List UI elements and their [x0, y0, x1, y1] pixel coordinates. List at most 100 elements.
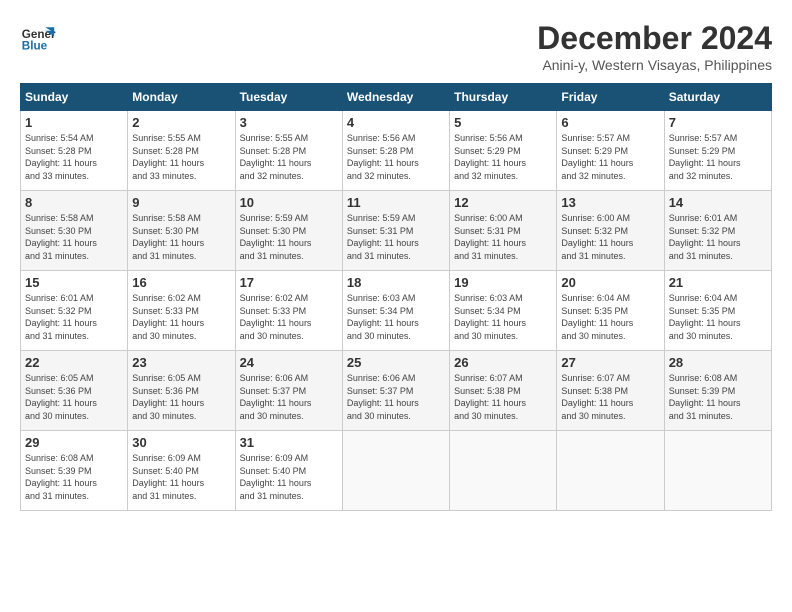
- day-info: Sunrise: 6:07 AM Sunset: 5:38 PM Dayligh…: [454, 372, 552, 422]
- calendar-cell: 28 Sunrise: 6:08 AM Sunset: 5:39 PM Dayli…: [664, 351, 771, 431]
- day-info: Sunrise: 5:56 AM Sunset: 5:29 PM Dayligh…: [454, 132, 552, 182]
- day-info: Sunrise: 5:59 AM Sunset: 5:31 PM Dayligh…: [347, 212, 445, 262]
- day-info: Sunrise: 6:05 AM Sunset: 5:36 PM Dayligh…: [132, 372, 230, 422]
- day-number: 2: [132, 115, 230, 130]
- calendar-week-3: 15Sunrise: 6:01 AM Sunset: 5:32 PM Dayli…: [21, 271, 772, 351]
- weekday-friday: Friday: [557, 84, 664, 111]
- day-number: 14: [669, 195, 767, 210]
- day-info: Sunrise: 5:56 AM Sunset: 5:28 PM Dayligh…: [347, 132, 445, 182]
- day-info: Sunrise: 6:03 AM Sunset: 5:34 PM Dayligh…: [454, 292, 552, 342]
- title-area: December 2024 Anini-y, Western Visayas, …: [537, 20, 772, 73]
- day-number: 27: [561, 355, 659, 370]
- calendar-cell: 5 Sunrise: 5:56 AM Sunset: 5:29 PM Daylig…: [450, 111, 557, 191]
- calendar-cell: [450, 431, 557, 511]
- calendar-week-4: 22 Sunrise: 6:05 AM Sunset: 5:36 PM Dayli…: [21, 351, 772, 431]
- day-info: Sunrise: 6:02 AM Sunset: 5:33 PM Dayligh…: [240, 292, 338, 342]
- calendar-cell: 20 Sunrise: 6:04 AM Sunset: 5:35 PM Dayli…: [557, 271, 664, 351]
- day-info: Sunrise: 5:55 AM Sunset: 5:28 PM Dayligh…: [132, 132, 230, 182]
- day-number: 30: [132, 435, 230, 450]
- calendar-cell: 25 Sunrise: 6:06 AM Sunset: 5:37 PM Dayli…: [342, 351, 449, 431]
- calendar-cell: 8Sunrise: 5:58 AM Sunset: 5:30 PM Daylig…: [21, 191, 128, 271]
- location-title: Anini-y, Western Visayas, Philippines: [537, 57, 772, 73]
- day-info: Sunrise: 6:06 AM Sunset: 5:37 PM Dayligh…: [240, 372, 338, 422]
- day-info: Sunrise: 6:09 AM Sunset: 5:40 PM Dayligh…: [240, 452, 338, 502]
- svg-text:Blue: Blue: [22, 40, 48, 53]
- calendar-cell: 23 Sunrise: 6:05 AM Sunset: 5:36 PM Dayli…: [128, 351, 235, 431]
- day-number: 31: [240, 435, 338, 450]
- day-info: Sunrise: 5:57 AM Sunset: 5:29 PM Dayligh…: [669, 132, 767, 182]
- day-info: Sunrise: 6:03 AM Sunset: 5:34 PM Dayligh…: [347, 292, 445, 342]
- day-info: Sunrise: 6:06 AM Sunset: 5:37 PM Dayligh…: [347, 372, 445, 422]
- calendar-cell: 7 Sunrise: 5:57 AM Sunset: 5:29 PM Daylig…: [664, 111, 771, 191]
- day-number: 22: [25, 355, 123, 370]
- day-info: Sunrise: 5:58 AM Sunset: 5:30 PM Dayligh…: [25, 212, 123, 262]
- day-info: Sunrise: 6:08 AM Sunset: 5:39 PM Dayligh…: [25, 452, 123, 502]
- day-number: 5: [454, 115, 552, 130]
- calendar-cell: 21 Sunrise: 6:04 AM Sunset: 5:35 PM Dayli…: [664, 271, 771, 351]
- calendar-cell: 27Sunrise: 6:07 AM Sunset: 5:38 PM Dayli…: [557, 351, 664, 431]
- calendar-cell: 29Sunrise: 6:08 AM Sunset: 5:39 PM Dayli…: [21, 431, 128, 511]
- day-info: Sunrise: 6:01 AM Sunset: 5:32 PM Dayligh…: [669, 212, 767, 262]
- day-number: 21: [669, 275, 767, 290]
- calendar-cell: 22 Sunrise: 6:05 AM Sunset: 5:36 PM Dayli…: [21, 351, 128, 431]
- day-number: 20: [561, 275, 659, 290]
- day-number: 9: [132, 195, 230, 210]
- day-info: Sunrise: 6:00 AM Sunset: 5:31 PM Dayligh…: [454, 212, 552, 262]
- page-header: General Blue December 2024 Anini-y, West…: [20, 20, 772, 73]
- weekday-thursday: Thursday: [450, 84, 557, 111]
- calendar-cell: 24 Sunrise: 6:06 AM Sunset: 5:37 PM Dayli…: [235, 351, 342, 431]
- calendar-cell: [557, 431, 664, 511]
- day-number: 12: [454, 195, 552, 210]
- day-number: 1: [25, 115, 123, 130]
- calendar-cell: 30 Sunrise: 6:09 AM Sunset: 5:40 PM Dayli…: [128, 431, 235, 511]
- calendar-cell: 18 Sunrise: 6:03 AM Sunset: 5:34 PM Dayli…: [342, 271, 449, 351]
- calendar-cell: 17Sunrise: 6:02 AM Sunset: 5:33 PM Dayli…: [235, 271, 342, 351]
- weekday-tuesday: Tuesday: [235, 84, 342, 111]
- day-number: 24: [240, 355, 338, 370]
- day-info: Sunrise: 5:58 AM Sunset: 5:30 PM Dayligh…: [132, 212, 230, 262]
- day-info: Sunrise: 6:05 AM Sunset: 5:36 PM Dayligh…: [25, 372, 123, 422]
- weekday-saturday: Saturday: [664, 84, 771, 111]
- calendar-body: 1 Sunrise: 5:54 AM Sunset: 5:28 PM Daylig…: [21, 111, 772, 511]
- day-info: Sunrise: 6:01 AM Sunset: 5:32 PM Dayligh…: [25, 292, 123, 342]
- day-info: Sunrise: 5:54 AM Sunset: 5:28 PM Dayligh…: [25, 132, 123, 182]
- calendar-cell: 13Sunrise: 6:00 AM Sunset: 5:32 PM Dayli…: [557, 191, 664, 271]
- day-number: 10: [240, 195, 338, 210]
- calendar-cell: 2 Sunrise: 5:55 AM Sunset: 5:28 PM Daylig…: [128, 111, 235, 191]
- day-info: Sunrise: 6:04 AM Sunset: 5:35 PM Dayligh…: [561, 292, 659, 342]
- calendar-cell: 14 Sunrise: 6:01 AM Sunset: 5:32 PM Dayli…: [664, 191, 771, 271]
- calendar-week-2: 8Sunrise: 5:58 AM Sunset: 5:30 PM Daylig…: [21, 191, 772, 271]
- day-info: Sunrise: 6:04 AM Sunset: 5:35 PM Dayligh…: [669, 292, 767, 342]
- logo-icon: General Blue: [20, 20, 56, 56]
- day-info: Sunrise: 6:00 AM Sunset: 5:32 PM Dayligh…: [561, 212, 659, 262]
- day-info: Sunrise: 5:55 AM Sunset: 5:28 PM Dayligh…: [240, 132, 338, 182]
- day-number: 11: [347, 195, 445, 210]
- calendar-cell: 10 Sunrise: 5:59 AM Sunset: 5:30 PM Dayli…: [235, 191, 342, 271]
- calendar-cell: 6 Sunrise: 5:57 AM Sunset: 5:29 PM Daylig…: [557, 111, 664, 191]
- calendar-cell: 11 Sunrise: 5:59 AM Sunset: 5:31 PM Dayli…: [342, 191, 449, 271]
- logo: General Blue: [20, 20, 56, 56]
- calendar-cell: 26Sunrise: 6:07 AM Sunset: 5:38 PM Dayli…: [450, 351, 557, 431]
- calendar-cell: 9 Sunrise: 5:58 AM Sunset: 5:30 PM Daylig…: [128, 191, 235, 271]
- day-number: 18: [347, 275, 445, 290]
- calendar-table: SundayMondayTuesdayWednesdayThursdayFrid…: [20, 83, 772, 511]
- day-number: 6: [561, 115, 659, 130]
- calendar-cell: 31 Sunrise: 6:09 AM Sunset: 5:40 PM Dayli…: [235, 431, 342, 511]
- day-number: 28: [669, 355, 767, 370]
- calendar-cell: 12 Sunrise: 6:00 AM Sunset: 5:31 PM Dayli…: [450, 191, 557, 271]
- calendar-cell: 4Sunrise: 5:56 AM Sunset: 5:28 PM Daylig…: [342, 111, 449, 191]
- weekday-header-row: SundayMondayTuesdayWednesdayThursdayFrid…: [21, 84, 772, 111]
- day-info: Sunrise: 5:57 AM Sunset: 5:29 PM Dayligh…: [561, 132, 659, 182]
- calendar-week-5: 29Sunrise: 6:08 AM Sunset: 5:39 PM Dayli…: [21, 431, 772, 511]
- day-info: Sunrise: 6:09 AM Sunset: 5:40 PM Dayligh…: [132, 452, 230, 502]
- day-number: 7: [669, 115, 767, 130]
- day-info: Sunrise: 6:02 AM Sunset: 5:33 PM Dayligh…: [132, 292, 230, 342]
- weekday-sunday: Sunday: [21, 84, 128, 111]
- day-number: 16: [132, 275, 230, 290]
- day-info: Sunrise: 5:59 AM Sunset: 5:30 PM Dayligh…: [240, 212, 338, 262]
- day-number: 23: [132, 355, 230, 370]
- calendar-cell: 3 Sunrise: 5:55 AM Sunset: 5:28 PM Daylig…: [235, 111, 342, 191]
- day-number: 3: [240, 115, 338, 130]
- day-info: Sunrise: 6:08 AM Sunset: 5:39 PM Dayligh…: [669, 372, 767, 422]
- day-number: 25: [347, 355, 445, 370]
